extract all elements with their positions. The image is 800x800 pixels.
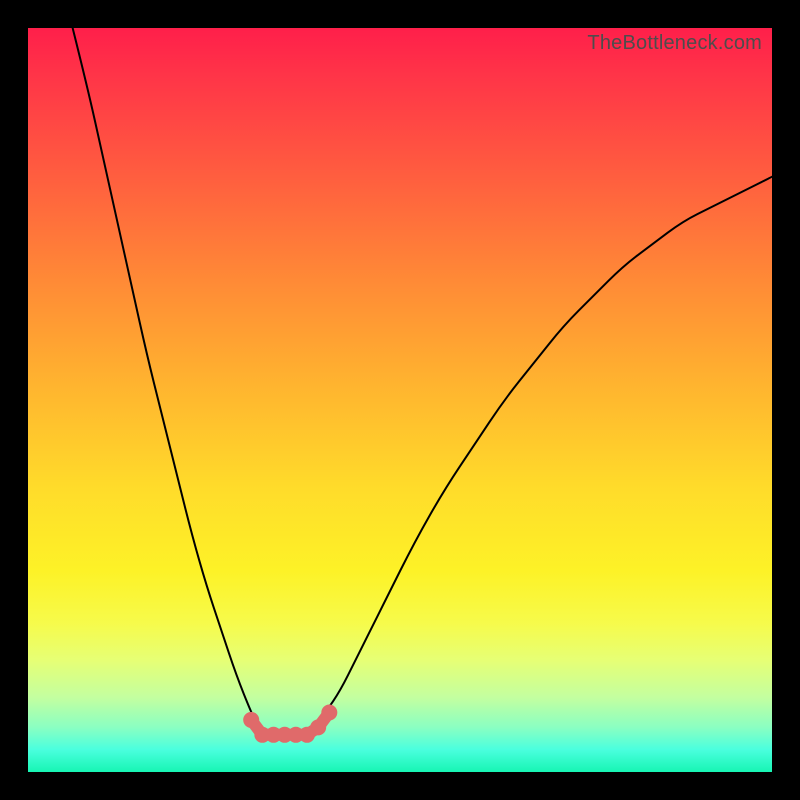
chart-svg bbox=[28, 28, 772, 772]
curve-left-branch bbox=[73, 28, 281, 735]
curve-right-branch bbox=[281, 177, 772, 735]
bottom-marker-dot bbox=[321, 704, 337, 720]
bottom-markers-group bbox=[243, 704, 337, 742]
chart-area: TheBottleneck.com bbox=[28, 28, 772, 772]
